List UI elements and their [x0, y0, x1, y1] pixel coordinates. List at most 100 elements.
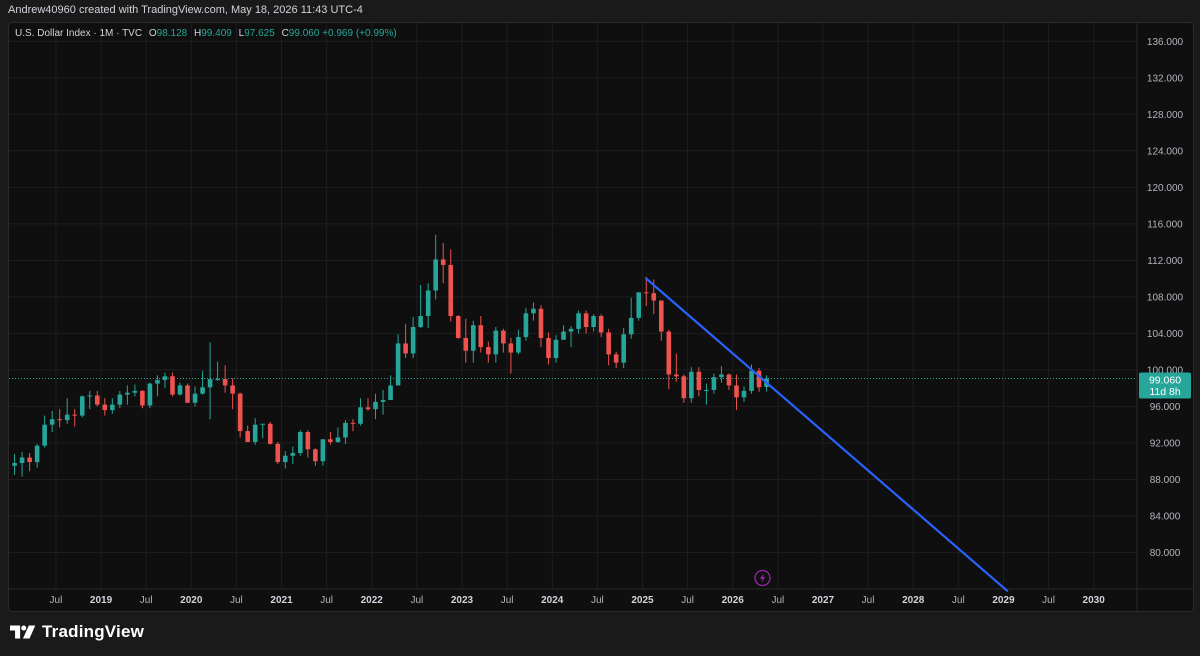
candle[interactable] [140, 389, 145, 409]
candle[interactable] [12, 453, 17, 475]
chart-panel[interactable]: 136.000 132.000 128.000 124.000 120.000 116.0… [8, 22, 1194, 612]
candle[interactable] [689, 367, 694, 403]
candle[interactable] [470, 320, 476, 363]
candle[interactable] [395, 334, 401, 386]
candle[interactable] [350, 419, 356, 432]
candle[interactable] [388, 375, 393, 401]
candle[interactable] [192, 386, 198, 407]
candle[interactable] [410, 316, 416, 359]
candle[interactable] [704, 383, 709, 405]
candle[interactable] [425, 283, 431, 328]
candle[interactable] [358, 398, 363, 426]
candle[interactable] [335, 427, 341, 443]
price-chart[interactable]: 136.000 132.000 128.000 124.000 120.000 116.0… [9, 23, 1193, 611]
candle[interactable] [628, 297, 634, 339]
candle[interactable] [117, 390, 123, 409]
candle[interactable] [57, 409, 62, 428]
candle[interactable] [290, 446, 296, 464]
candle[interactable] [282, 451, 288, 469]
candle[interactable] [245, 425, 250, 443]
candle[interactable] [79, 395, 85, 418]
candle[interactable] [606, 328, 611, 366]
candle[interactable] [102, 398, 108, 416]
candle[interactable] [546, 332, 551, 365]
candle[interactable] [19, 452, 25, 477]
candle[interactable] [373, 393, 378, 420]
candle[interactable] [380, 389, 386, 415]
candle[interactable] [320, 439, 326, 466]
candle[interactable] [734, 374, 739, 411]
candle[interactable] [719, 366, 724, 383]
candle[interactable] [568, 326, 574, 348]
candle[interactable] [237, 392, 243, 438]
time-axis[interactable]: Jul 2019 Jul 2020 Jul 2021 Jul 2022 Jul 2023 Jul 20… [50, 595, 1106, 606]
candle-body [553, 339, 559, 359]
candle[interactable] [170, 372, 175, 397]
candle[interactable] [576, 310, 581, 334]
candle[interactable] [613, 351, 619, 369]
candle[interactable] [298, 430, 303, 456]
candlestick-series[interactable] [12, 234, 769, 477]
candle[interactable] [343, 420, 348, 444]
candle[interactable] [591, 314, 596, 332]
candle[interactable] [741, 386, 747, 402]
candle[interactable] [267, 421, 273, 445]
candle[interactable] [418, 285, 423, 328]
trendline[interactable] [645, 277, 1009, 592]
candle[interactable] [486, 341, 491, 363]
candle[interactable] [583, 310, 589, 334]
candle[interactable] [463, 318, 469, 363]
candle[interactable] [207, 342, 213, 420]
candle[interactable] [275, 442, 281, 464]
candle[interactable] [64, 398, 70, 424]
candle[interactable] [523, 307, 529, 341]
candle[interactable] [215, 361, 220, 381]
candle[interactable] [132, 384, 138, 397]
candle[interactable] [508, 337, 514, 374]
candle[interactable] [72, 409, 78, 427]
candle[interactable] [110, 398, 115, 414]
candle[interactable] [260, 423, 266, 439]
candle[interactable] [305, 430, 311, 458]
lightning-bolt-icon[interactable] [754, 569, 771, 587]
candle[interactable] [147, 382, 153, 409]
candle[interactable] [666, 329, 672, 390]
candle[interactable] [252, 418, 258, 445]
candle[interactable] [125, 385, 130, 405]
candle[interactable] [94, 390, 100, 407]
candle[interactable] [538, 305, 544, 348]
candle[interactable] [756, 368, 762, 392]
candle[interactable] [49, 410, 55, 432]
candle[interactable] [440, 243, 446, 284]
candle[interactable] [200, 370, 205, 395]
candle[interactable] [501, 328, 506, 353]
candle[interactable] [433, 234, 438, 300]
candle[interactable] [455, 315, 461, 339]
candle[interactable] [636, 292, 642, 321]
candle[interactable] [478, 316, 484, 353]
candle[interactable] [34, 443, 40, 468]
candle[interactable] [177, 382, 183, 396]
candle[interactable] [726, 373, 732, 390]
candle[interactable] [313, 448, 318, 466]
candle[interactable] [696, 367, 702, 397]
price-tick-label: 104.000 [1147, 329, 1184, 340]
candle[interactable] [561, 325, 566, 340]
candle[interactable] [185, 383, 190, 403]
candle[interactable] [162, 372, 168, 389]
candle[interactable] [621, 327, 626, 369]
price-axis[interactable]: 136.000 132.000 128.000 124.000 120.000 116.0… [1147, 37, 1184, 559]
candle[interactable] [531, 302, 536, 321]
candle[interactable] [42, 415, 47, 448]
candle[interactable] [493, 326, 499, 363]
candle[interactable] [27, 452, 32, 472]
candle[interactable] [553, 335, 559, 363]
candle[interactable] [365, 398, 371, 411]
candle[interactable] [674, 353, 679, 382]
candle[interactable] [681, 374, 687, 403]
candle[interactable] [711, 373, 717, 394]
candle[interactable] [403, 324, 408, 359]
candle[interactable] [658, 300, 664, 341]
tradingview-logo[interactable]: TradingView [10, 622, 144, 642]
candle[interactable] [230, 378, 235, 410]
